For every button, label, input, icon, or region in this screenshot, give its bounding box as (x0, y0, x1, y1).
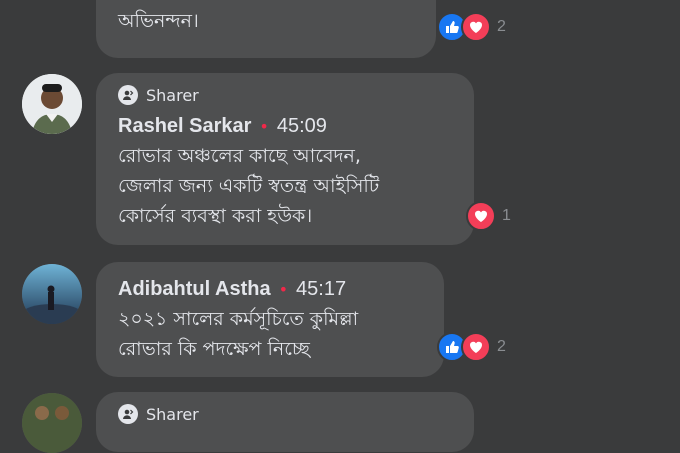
avatar[interactable] (22, 74, 82, 134)
sharer-icon (118, 85, 138, 105)
reaction-count: 2 (497, 338, 506, 355)
comment-bubble[interactable]: স্যার এর জন্য শুভেচ্ছা ও অভিনন্দন। (96, 0, 436, 58)
love-icon (466, 201, 496, 231)
comment-bubble[interactable]: Sharer (96, 392, 474, 452)
comment-time[interactable]: 45:17 (296, 278, 346, 301)
author-name[interactable]: Rashel Sarkar (118, 115, 251, 138)
love-icon (461, 12, 491, 42)
reaction-summary[interactable]: 1 (466, 201, 511, 231)
avatar[interactable] (22, 264, 82, 324)
sharer-badge: Sharer (118, 83, 454, 107)
comment-header: Adibahtul Astha • 45:17 (118, 274, 424, 304)
comment-header: Rashel Sarkar • 45:09 (118, 111, 454, 141)
reaction-count: 1 (502, 207, 511, 224)
avatar[interactable] (22, 393, 82, 453)
sharer-badge: Sharer (118, 402, 454, 426)
comment-bubble[interactable]: Adibahtul Astha • 45:17 ২০২১ সালের কর্মস… (96, 262, 444, 377)
reaction-count: 2 (497, 18, 506, 35)
sharer-icon (118, 404, 138, 424)
sharer-label: Sharer (146, 404, 199, 424)
reaction-summary[interactable]: 2 (437, 332, 506, 362)
comment-text: স্যার এর জন্য শুভেচ্ছা ও অভিনন্দন। (118, 0, 311, 32)
comment-text: রোভার অঞ্চলের কাছে আবেদন, জেলার জন্য একট… (118, 145, 380, 227)
separator-dot: • (278, 279, 289, 299)
author-name[interactable]: Adibahtul Astha (118, 278, 271, 301)
sharer-label: Sharer (146, 85, 199, 105)
comment-text: ২০২১ সালের কর্মসূচিতে কুমিল্লা রোভার কি … (118, 308, 359, 360)
separator-dot: • (259, 116, 269, 136)
comment-bubble[interactable]: Sharer Rashel Sarkar • 45:09 রোভার অঞ্চল… (96, 73, 474, 245)
reaction-summary[interactable]: 2 (437, 12, 506, 42)
comment-time[interactable]: 45:09 (277, 115, 327, 138)
love-icon (461, 332, 491, 362)
